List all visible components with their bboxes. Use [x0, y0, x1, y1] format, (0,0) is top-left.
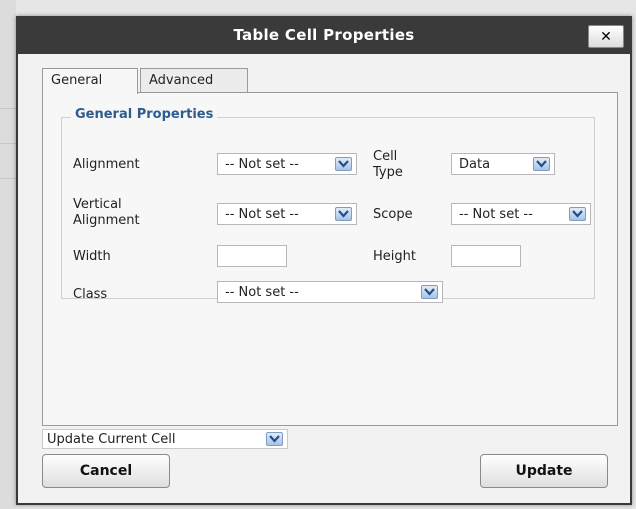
- width-input[interactable]: [217, 245, 287, 267]
- close-icon: ✕: [600, 28, 612, 45]
- chevron-down-icon: [335, 157, 352, 171]
- alignment-select[interactable]: -- Not set --: [217, 153, 357, 175]
- cell-type-label: Cell Type: [373, 149, 403, 180]
- scope-value: -- Not set --: [459, 207, 533, 222]
- cancel-button[interactable]: Cancel: [42, 454, 170, 488]
- height-input[interactable]: [451, 245, 521, 267]
- vertical-alignment-select[interactable]: -- Not set --: [217, 203, 357, 225]
- vertical-alignment-label: Vertical Alignment: [73, 197, 140, 228]
- background-page: [0, 0, 16, 509]
- update-scope-value: Update Current Cell: [47, 432, 176, 447]
- chevron-down-icon: [266, 432, 283, 446]
- scope-select[interactable]: -- Not set --: [451, 203, 591, 225]
- table-cell-properties-dialog: Table Cell Properties ✕ General Advanced…: [16, 16, 632, 505]
- chevron-down-icon: [421, 285, 438, 299]
- background-divider: [0, 108, 16, 109]
- background-divider: [0, 178, 16, 179]
- chevron-down-icon: [533, 157, 550, 171]
- update-button[interactable]: Update: [480, 454, 608, 488]
- vertical-alignment-value: -- Not set --: [225, 207, 299, 222]
- dialog-titlebar[interactable]: Table Cell Properties ✕: [18, 18, 630, 54]
- cell-type-select[interactable]: Data: [451, 153, 555, 175]
- alignment-label: Alignment: [73, 157, 140, 172]
- close-button[interactable]: ✕: [588, 25, 624, 48]
- chevron-down-icon: [569, 207, 586, 221]
- tab-advanced[interactable]: Advanced: [140, 68, 248, 93]
- class-label: Class: [73, 287, 108, 302]
- tab-general[interactable]: General: [42, 68, 138, 94]
- update-scope-select[interactable]: Update Current Cell: [42, 429, 288, 449]
- dialog-title: Table Cell Properties: [233, 26, 415, 44]
- class-value: -- Not set --: [225, 285, 299, 300]
- width-label: Width: [73, 249, 111, 264]
- class-select[interactable]: -- Not set --: [217, 281, 443, 303]
- scope-label: Scope: [373, 207, 413, 222]
- cell-type-value: Data: [459, 157, 491, 172]
- height-label: Height: [373, 249, 416, 264]
- chevron-down-icon: [335, 207, 352, 221]
- alignment-value: -- Not set --: [225, 157, 299, 172]
- general-tab-panel: General Properties Alignment -- Not set …: [42, 92, 618, 426]
- general-properties-legend: General Properties: [71, 107, 218, 122]
- background-divider: [0, 143, 16, 144]
